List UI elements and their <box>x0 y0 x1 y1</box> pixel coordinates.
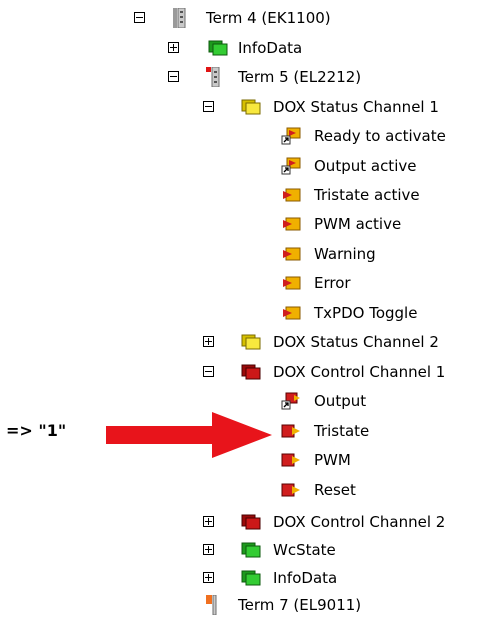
green-folder-icon <box>241 541 261 559</box>
tree-node-label: DOX Status Channel 2 <box>273 333 439 351</box>
tree-node-label: InfoData <box>273 569 338 587</box>
input-var-icon <box>281 245 301 263</box>
tree-node-label: TxPDO Toggle <box>314 304 418 322</box>
tree-node-output-active[interactable]: Output active <box>0 155 482 177</box>
output-var-icon <box>281 422 301 440</box>
collapse-icon[interactable] <box>168 71 179 82</box>
input-var-icon <box>281 215 301 233</box>
tree-node-infodata[interactable]: InfoData <box>0 37 482 59</box>
tree-node-label: Warning <box>314 245 376 263</box>
tree-node-dox-status-channel-1[interactable]: DOX Status Channel 1 <box>0 96 482 118</box>
tree-node-dox-status-channel-2[interactable]: DOX Status Channel 2 <box>0 331 482 353</box>
red-folder-icon <box>241 513 261 531</box>
tree-node-warning[interactable]: Warning <box>0 243 482 265</box>
tree-node-label: DOX Control Channel 1 <box>273 363 446 381</box>
output-var-icon <box>281 481 301 499</box>
input-var-link-icon <box>281 157 301 175</box>
expand-icon[interactable] <box>168 42 179 53</box>
tree-node-label: Output <box>314 392 367 410</box>
red-arrow-icon <box>106 412 272 458</box>
tree-node-txpdo-toggle[interactable]: TxPDO Toggle <box>0 302 482 324</box>
tree-node-term-5[interactable]: Term 5 (EL2212) <box>0 66 482 88</box>
tree-node-infodata-2[interactable]: InfoData <box>0 567 482 589</box>
green-folder-icon <box>208 39 228 57</box>
tree-node-tristate-active[interactable]: Tristate active <box>0 184 482 206</box>
terminal-end-icon <box>206 594 220 616</box>
tree-node-error[interactable]: Error <box>0 272 482 294</box>
tree-node-pwm-active[interactable]: PWM active <box>0 213 482 235</box>
green-folder-icon <box>241 569 261 587</box>
collapse-icon[interactable] <box>203 101 214 112</box>
tree-node-label: Term 7 (EL9011) <box>238 596 362 614</box>
tree-node-label: Ready to activate <box>314 127 446 145</box>
tree-node-label: Term 5 (EL2212) <box>238 68 362 86</box>
tree-node-label: PWM active <box>314 215 402 233</box>
output-var-link-icon <box>281 392 301 410</box>
red-folder-icon <box>241 363 261 381</box>
yellow-folder-icon <box>241 98 261 116</box>
expand-icon[interactable] <box>203 516 214 527</box>
tree-node-label: InfoData <box>238 39 303 57</box>
tree-node-label: Output active <box>314 157 417 175</box>
tree-node-wcstate[interactable]: WcState <box>0 539 482 561</box>
tree-node-label: PWM <box>314 451 351 469</box>
tree-node-term-4[interactable]: Term 4 (EK1100) <box>0 7 482 29</box>
terminal-red-icon <box>206 66 220 88</box>
yellow-folder-icon <box>241 333 261 351</box>
expand-icon[interactable] <box>203 544 214 555</box>
tree-node-reset[interactable]: Reset <box>0 479 482 501</box>
tree-node-output[interactable]: Output <box>0 390 482 412</box>
tree-node-label: DOX Control Channel 2 <box>273 513 446 531</box>
tree-node-label: Error <box>314 274 351 292</box>
expand-icon[interactable] <box>203 572 214 583</box>
tree-node-term-7[interactable]: Term 7 (EL9011) <box>0 594 482 616</box>
annotation-label: => "1" <box>6 421 67 440</box>
tree-node-dox-control-channel-2[interactable]: DOX Control Channel 2 <box>0 511 482 533</box>
input-var-link-icon <box>281 127 301 145</box>
tree-node-label: DOX Status Channel 1 <box>273 98 439 116</box>
expand-icon[interactable] <box>203 336 214 347</box>
input-var-icon <box>281 274 301 292</box>
tree-node-label: WcState <box>273 541 336 559</box>
tree-node-label: Term 4 (EK1100) <box>206 9 331 27</box>
output-var-icon <box>281 451 301 469</box>
input-var-icon <box>281 304 301 322</box>
tree-node-label: Reset <box>314 481 356 499</box>
tree-node-label: Tristate <box>314 422 370 440</box>
terminal-gray-icon <box>172 7 186 29</box>
tree-node-ready-to-activate[interactable]: Ready to activate <box>0 125 482 147</box>
collapse-icon[interactable] <box>134 12 145 23</box>
tree-node-dox-control-channel-1[interactable]: DOX Control Channel 1 <box>0 361 482 383</box>
tree-node-label: Tristate active <box>314 186 420 204</box>
collapse-icon[interactable] <box>203 366 214 377</box>
input-var-icon <box>281 186 301 204</box>
